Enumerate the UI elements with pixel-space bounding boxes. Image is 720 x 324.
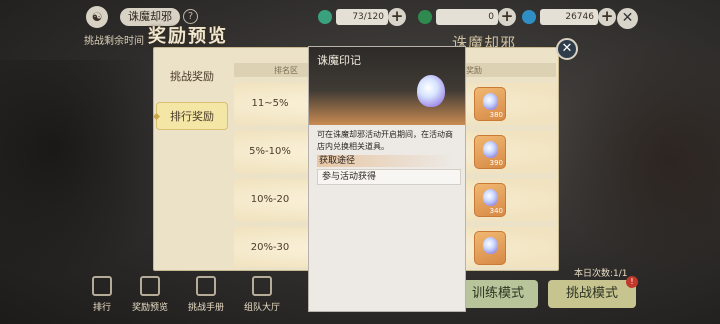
rank-range: 10%-20 bbox=[250, 194, 290, 205]
tab-challenge-rewards[interactable]: 挑战奖励 bbox=[156, 63, 228, 91]
nav-ranking[interactable]: 排行 bbox=[80, 276, 124, 313]
nav-label: 组队大厅 bbox=[243, 303, 280, 313]
demon-seal-icon bbox=[483, 141, 498, 158]
resource-green: 0 + bbox=[418, 8, 518, 26]
resource-value: 26746 bbox=[540, 9, 598, 25]
rank-range: 20%-30 bbox=[250, 242, 290, 253]
green-orb-icon bbox=[418, 10, 432, 24]
item-tooltip: 诛魔印记 可在诛魔却邪活动开启期间，在活动商店内兑换相关道具。 获取途径 参与活… bbox=[308, 46, 466, 312]
resource-value: 73/120 bbox=[336, 9, 388, 25]
resource-value: 0 bbox=[436, 9, 498, 25]
tooltip-header: 诛魔印记 bbox=[309, 47, 465, 125]
demon-seal-icon bbox=[483, 189, 498, 206]
demon-seal-icon bbox=[417, 75, 445, 107]
item-source: 参与活动获得 bbox=[317, 169, 461, 185]
team-hall-icon bbox=[252, 276, 272, 296]
demon-seal-icon bbox=[483, 237, 498, 254]
nav-label: 排行 bbox=[92, 303, 111, 313]
nav-label: 挑战手册 bbox=[187, 303, 224, 313]
reward-preview-icon bbox=[140, 276, 160, 296]
tree-decoration bbox=[550, 40, 720, 280]
header-reward: 奖励 bbox=[466, 66, 482, 75]
rank-range: 11~5% bbox=[251, 98, 289, 109]
add-green-button[interactable]: + bbox=[498, 8, 516, 26]
reward-item[interactable] bbox=[474, 231, 506, 265]
item-quantity: 390 bbox=[489, 159, 503, 167]
handbook-icon bbox=[196, 276, 216, 296]
top-bar: ☯ 诛魔却邪 ? 73/120 + 0 + 26746 + ✕ bbox=[0, 0, 720, 34]
header-rank: 排名区 bbox=[274, 66, 298, 75]
nav-label: 奖励预览 bbox=[131, 303, 168, 313]
add-jade-button[interactable]: + bbox=[388, 8, 406, 26]
reward-item[interactable]: 390 bbox=[474, 135, 506, 169]
add-blue-button[interactable]: + bbox=[598, 8, 616, 26]
item-quantity: 340 bbox=[489, 207, 503, 215]
close-icon[interactable]: ✕ bbox=[617, 8, 638, 29]
jade-coin-icon bbox=[318, 10, 332, 24]
demon-seal-icon bbox=[483, 93, 498, 110]
remaining-time-label: 挑战剩余时间 bbox=[84, 36, 144, 47]
item-quantity: 380 bbox=[489, 111, 503, 119]
train-mode-button[interactable]: 训练模式 bbox=[458, 280, 538, 308]
panel-title: 奖励预览 bbox=[148, 26, 228, 47]
bottom-nav: 排行 奖励预览 挑战手册 组队大厅 bbox=[80, 276, 300, 322]
item-description: 可在诛魔却邪活动开启期间，在活动商店内兑换相关道具。 bbox=[317, 130, 453, 151]
rank-range: 5%-10% bbox=[249, 146, 291, 157]
nav-team-hall[interactable]: 组队大厅 bbox=[240, 276, 284, 313]
item-name: 诛魔印记 bbox=[317, 54, 361, 67]
resource-jade: 73/120 + bbox=[318, 8, 408, 26]
reward-item[interactable]: 380 bbox=[474, 87, 506, 121]
challenge-mode-button[interactable]: 挑战模式 ! bbox=[548, 276, 638, 308]
tab-rank-rewards[interactable]: 排行奖励 bbox=[156, 102, 228, 130]
nav-reward-preview[interactable]: 奖励预览 bbox=[128, 276, 172, 313]
blue-gem-icon bbox=[522, 10, 536, 24]
resource-blue: 26746 + bbox=[522, 8, 616, 26]
ranking-icon bbox=[92, 276, 112, 296]
nav-handbook[interactable]: 挑战手册 bbox=[184, 276, 228, 313]
notification-badge: ! bbox=[626, 276, 638, 288]
reward-item[interactable]: 340 bbox=[474, 183, 506, 217]
source-label: 获取途径 bbox=[317, 155, 457, 167]
challenge-mode-label: 挑战模式 bbox=[565, 286, 618, 301]
today-count: 本日次数:1/1 bbox=[574, 269, 628, 279]
event-emblem-icon: ☯ bbox=[86, 6, 108, 28]
close-icon[interactable]: ✕ bbox=[556, 38, 578, 60]
